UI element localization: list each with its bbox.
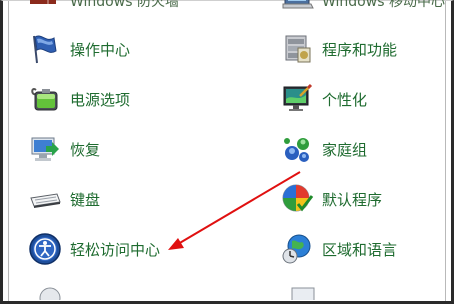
control-panel-item-homegroup[interactable]: 家庭组 — [280, 129, 367, 169]
region-language-label: 区域和语言 — [322, 240, 398, 259]
programs-features-icon — [280, 32, 314, 66]
control-panel-item-programs-features[interactable]: 程序和功能 — [280, 29, 397, 69]
control-panel-item-default-programs[interactable]: 默认程序 — [280, 179, 382, 219]
control-panel-item-ease-of-access[interactable]: 轻松访问中心 — [28, 229, 160, 269]
power-options-battery-icon — [28, 82, 62, 116]
recovery-label: 恢复 — [70, 140, 101, 159]
action-center-flag-icon — [28, 32, 62, 66]
partial-bottom-right-icon — [290, 286, 316, 300]
region-language-globe-icon — [280, 232, 314, 266]
action-center-label: 操作中心 — [70, 40, 131, 59]
mobility-center-partial-label[interactable]: Windows 移动中心 — [322, 0, 445, 11]
keyboard-label: 键盘 — [70, 190, 101, 209]
power-options-label: 电源选项 — [70, 90, 131, 109]
control-panel-item-power-options[interactable]: 电源选项 — [28, 79, 130, 119]
ease-of-access-label: 轻松访问中心 — [70, 240, 161, 259]
mobility-center-icon — [282, 0, 314, 14]
keyboard-icon — [28, 182, 62, 216]
personalization-monitor-icon — [280, 82, 314, 116]
recovery-computer-icon — [28, 132, 62, 166]
personalization-label: 个性化 — [322, 90, 368, 109]
firewall-icon — [28, 0, 58, 12]
control-panel-item-personalization[interactable]: 个性化 — [280, 79, 367, 119]
control-panel-item-region-language[interactable]: 区域和语言 — [280, 229, 397, 269]
partial-bottom-left-icon — [38, 286, 62, 300]
control-panel-item-action-center[interactable]: 操作中心 — [28, 29, 130, 69]
default-programs-label: 默认程序 — [322, 190, 383, 209]
control-panel-item-keyboard[interactable]: 键盘 — [28, 179, 100, 219]
programs-features-label: 程序和功能 — [322, 40, 398, 59]
homegroup-label: 家庭组 — [322, 140, 368, 159]
ease-of-access-icon — [28, 232, 62, 266]
control-panel-item-recovery[interactable]: 恢复 — [28, 129, 100, 169]
default-programs-icon — [280, 182, 314, 216]
firewall-partial-label[interactable]: Windows 防火墙 — [70, 0, 179, 11]
homegroup-icon — [280, 132, 314, 166]
